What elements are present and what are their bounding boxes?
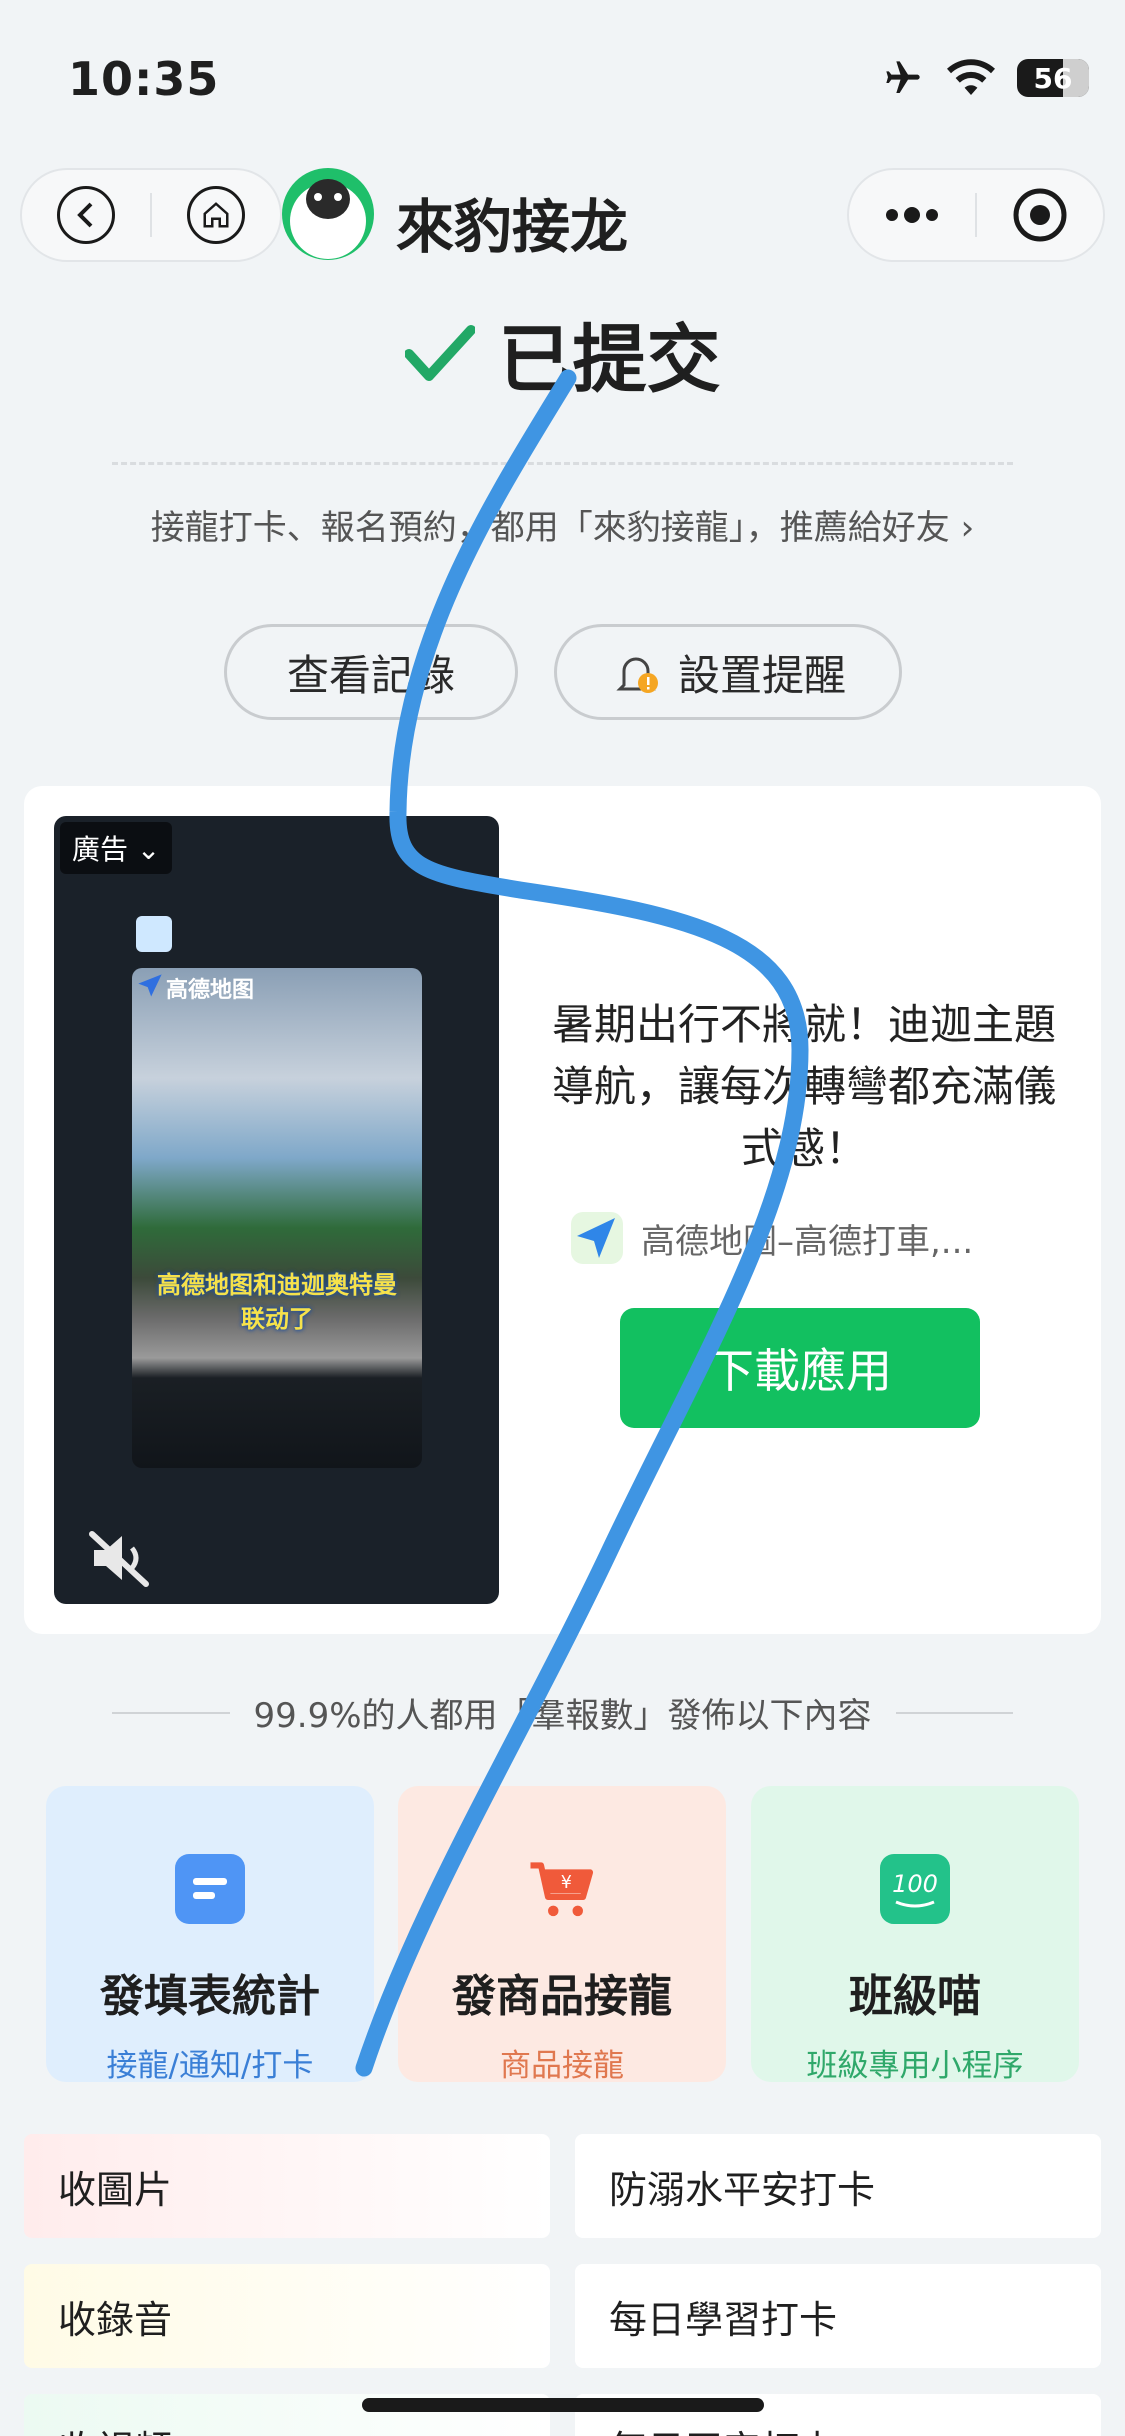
ad-app-name: 高德地圖–高德打車,... [641, 1221, 974, 1262]
section-heading: 99.9%的人都用「羣報數」發佈以下內容 [112, 1688, 1014, 1737]
home-indicator[interactable] [362, 2398, 764, 2412]
close-miniprogram-button[interactable] [977, 187, 1103, 243]
set-reminder-label: 設置提醒 [677, 650, 846, 700]
ad-video-caption: 高德地图和迪迦奥特曼 联动了 [157, 1271, 397, 1333]
tile-drowning-safety-checkin[interactable]: 防溺水平安打卡 [575, 2134, 1101, 2238]
feature-title: 班級喵 [849, 1971, 981, 2022]
feature-card-class[interactable]: 100 班級喵 班級專用小程序 [751, 1786, 1079, 2084]
ad-card[interactable]: 廣告 ⌄ 高德地图 高德地图和迪迦奥特曼 联动了 暑期出行不將就！迪迦主題導航，… [24, 786, 1101, 1634]
tile-daily-study-checkin[interactable]: 每日學習打卡 [575, 2264, 1101, 2368]
app-logo [282, 168, 374, 260]
airplane-icon [886, 61, 920, 93]
view-records-button[interactable]: 查看記錄 [224, 624, 518, 720]
feature-title: 發商品接龍 [452, 1971, 672, 2022]
ad-video[interactable]: 廣告 ⌄ 高德地图 高德地图和迪迦奥特曼 联动了 [54, 816, 499, 1604]
battery-indicator: 56 [1017, 59, 1089, 97]
score-100-icon: 100 [880, 1854, 950, 1924]
submitted-title: 已提交 [498, 317, 721, 403]
ad-label[interactable]: 廣告 ⌄ [60, 822, 173, 874]
section-heading-text: 99.9%的人都用「羣報數」發佈以下內容 [253, 1696, 872, 1736]
set-reminder-button[interactable]: 設置提醒 [554, 624, 902, 720]
mini-program-capsule [847, 168, 1105, 262]
shopping-cart-icon: ¥ [527, 1854, 597, 1924]
share-promo-link[interactable]: 接龍打卡、報名預約，都用「來豹接龍」，推薦給好友 › [0, 500, 1125, 549]
ad-app-small-icon [136, 916, 172, 952]
checkmark-icon [404, 324, 475, 381]
status-time: 10:35 [68, 52, 220, 106]
ad-app-row: 高德地圖–高德打車,... [569, 1210, 973, 1266]
feature-card-form[interactable]: 發填表統計 接龍/通知/打卡 [46, 1786, 374, 2084]
screen: { "status_bar": { "time": "10:35", "batt… [0, 0, 1125, 2436]
feature-title: 發填表統計 [100, 1971, 320, 2022]
submitted-status: 已提交 [0, 300, 1125, 407]
feature-subtitle: 商品接龍 [500, 2048, 624, 2084]
svg-text:100: 100 [892, 1870, 938, 1898]
svg-text:¥: ¥ [561, 1873, 572, 1893]
mute-icon[interactable] [88, 1528, 152, 1588]
wifi-icon [947, 59, 995, 95]
feature-subtitle: 班級專用小程序 [806, 2048, 1024, 2084]
home-icon [203, 202, 229, 228]
back-button[interactable] [57, 186, 115, 244]
app-title: 來豹接龙 [396, 193, 629, 261]
tile-collect-images[interactable]: 收圖片 [24, 2134, 550, 2238]
more-button[interactable] [849, 206, 975, 224]
view-records-label: 查看記錄 [286, 650, 455, 700]
chevron-left-icon [77, 202, 93, 228]
ad-headline: 暑期出行不將就！迪迦主題導航，讓每次轉彎都充滿儀式感！ [551, 1000, 1056, 1173]
more-dots-icon [886, 207, 938, 223]
gaode-map-icon [571, 1212, 623, 1264]
nav-capsule [20, 168, 282, 262]
download-app-button[interactable]: 下載應用 [620, 1308, 980, 1428]
tile-collect-audio[interactable]: 收錄音 [24, 2264, 550, 2368]
status-icons: 56 [881, 58, 1089, 98]
map-arrow-icon [138, 974, 162, 997]
form-icon [175, 1854, 245, 1924]
bell-icon [616, 657, 658, 693]
target-close-icon [1013, 188, 1067, 242]
feature-subtitle: 接龍/通知/打卡 [106, 2048, 314, 2084]
ad-inner-title: 高德地图 [166, 978, 255, 1003]
home-button[interactable] [186, 186, 245, 244]
ad-video-frame: 高德地图 高德地图和迪迦奥特曼 联动了 [132, 968, 422, 1468]
battery-level: 56 [1033, 61, 1073, 95]
dashed-divider [112, 462, 1013, 465]
feature-card-product[interactable]: ¥ 發商品接龍 商品接龍 [398, 1786, 726, 2084]
